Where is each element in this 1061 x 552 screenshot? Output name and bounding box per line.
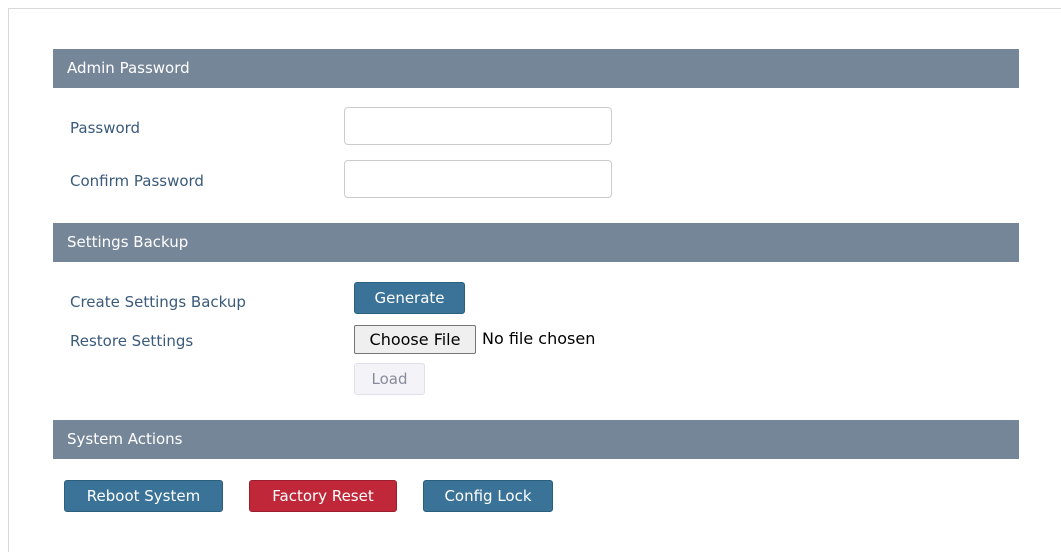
- reboot-system-button[interactable]: Reboot System: [64, 480, 223, 512]
- content-frame: [8, 8, 1061, 552]
- settings-backup-header: Settings Backup: [53, 223, 1019, 262]
- restore-settings-label: Restore Settings: [70, 332, 194, 350]
- choose-file-button[interactable]: Choose File: [354, 325, 476, 354]
- confirm-password-input[interactable]: [344, 160, 612, 198]
- config-lock-button[interactable]: Config Lock: [423, 480, 553, 512]
- admin-password-header: Admin Password: [53, 49, 1019, 88]
- file-status-text: No file chosen: [482, 329, 596, 348]
- load-button[interactable]: Load: [354, 363, 425, 395]
- confirm-password-label: Confirm Password: [70, 172, 204, 190]
- generate-button[interactable]: Generate: [354, 282, 465, 314]
- factory-reset-button[interactable]: Factory Reset: [249, 480, 397, 512]
- password-input[interactable]: [344, 107, 612, 145]
- password-label: Password: [70, 119, 141, 137]
- system-actions-header: System Actions: [53, 420, 1019, 459]
- create-settings-backup-label: Create Settings Backup: [70, 293, 246, 311]
